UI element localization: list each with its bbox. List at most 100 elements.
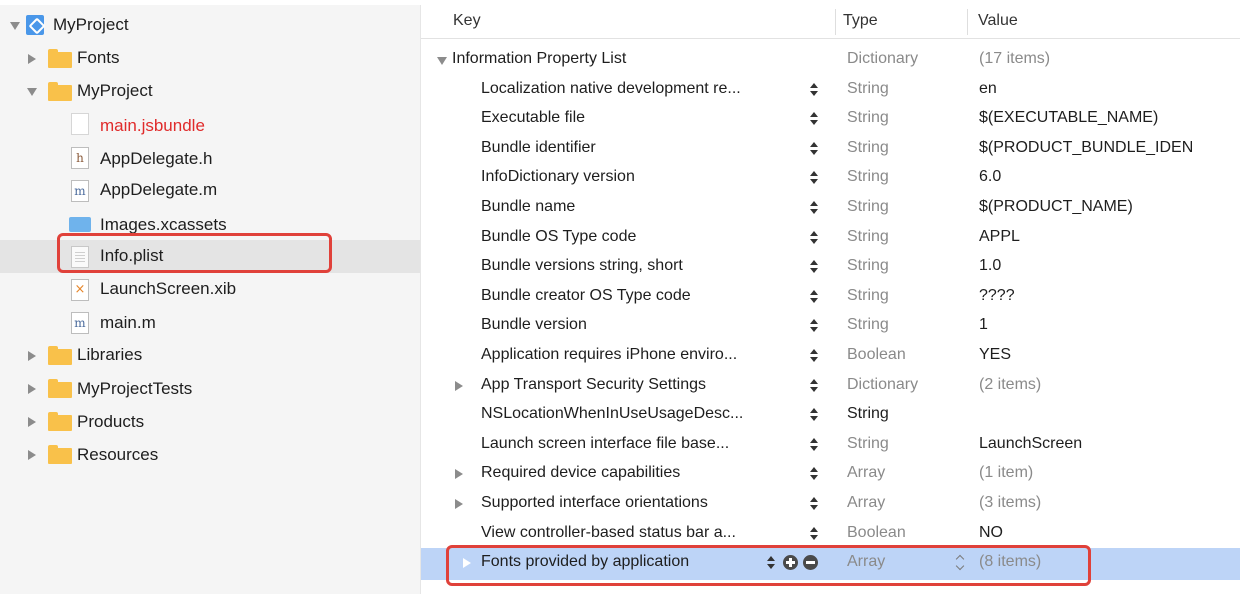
plist-value[interactable]: LaunchScreen	[979, 435, 1082, 453]
key-stepper-icon[interactable]	[809, 347, 819, 365]
plist-row[interactable]: Required device capabilities Array (1 it…	[421, 459, 1240, 489]
nav-item-main-m[interactable]: m main.m	[0, 306, 420, 339]
plist-value[interactable]: $(PRODUCT_NAME)	[979, 198, 1133, 216]
plist-row[interactable]: Localization native development re... St…	[421, 75, 1240, 105]
plist-type[interactable]: String	[847, 109, 889, 127]
plist-type[interactable]: String	[847, 435, 889, 453]
column-header-value[interactable]: Value	[978, 12, 1018, 30]
plist-row[interactable]: InfoDictionary version String 6.0	[421, 163, 1240, 193]
disclosure-closed-icon[interactable]	[28, 384, 36, 394]
plist-key[interactable]: Bundle identifier	[481, 139, 596, 157]
key-stepper-icon[interactable]	[809, 465, 819, 483]
plist-key[interactable]: Bundle version	[481, 316, 587, 334]
plist-key[interactable]: Bundle creator OS Type code	[481, 287, 691, 305]
disclosure-closed-icon[interactable]	[455, 469, 463, 480]
plist-row[interactable]: Application requires iPhone enviro... Bo…	[421, 341, 1240, 371]
plist-row[interactable]: NSLocationWhenInUseUsageDesc... String	[421, 400, 1240, 430]
plist-row[interactable]: Bundle identifier String $(PRODUCT_BUNDL…	[421, 134, 1240, 164]
disclosure-closed-icon[interactable]	[28, 351, 36, 361]
plist-key[interactable]: Launch screen interface file base...	[481, 435, 729, 453]
nav-item-project[interactable]: MyProject	[0, 9, 420, 42]
nav-item-myprojecttests-group[interactable]: MyProjectTests	[0, 372, 420, 405]
key-stepper-icon[interactable]	[809, 199, 819, 217]
plist-value[interactable]: NO	[979, 524, 1003, 542]
plist-type[interactable]: Boolean	[847, 346, 906, 364]
plist-value[interactable]: en	[979, 80, 997, 98]
key-stepper-icon[interactable]	[809, 495, 819, 513]
disclosure-closed-icon[interactable]	[28, 450, 36, 460]
plist-row[interactable]: View controller-based status bar a... Bo…	[421, 519, 1240, 549]
plist-row[interactable]: Launch screen interface file base... Str…	[421, 430, 1240, 460]
plist-row[interactable]: Bundle versions string, short String 1.0	[421, 252, 1240, 282]
key-stepper-icon[interactable]	[809, 436, 819, 454]
plist-row[interactable]: Supported interface orientations Array (…	[421, 489, 1240, 519]
plist-key[interactable]: Bundle OS Type code	[481, 228, 636, 246]
plist-key[interactable]: Bundle name	[481, 198, 575, 216]
plist-row[interactable]: Executable file String $(EXECUTABLE_NAME…	[421, 104, 1240, 134]
plist-value[interactable]: $(EXECUTABLE_NAME)	[979, 109, 1158, 127]
plist-row[interactable]: Bundle name String $(PRODUCT_NAME)	[421, 193, 1240, 223]
nav-item-resources-group[interactable]: Resources	[0, 438, 420, 471]
plist-type[interactable]: String	[847, 405, 889, 423]
plist-row-root[interactable]: Information Property List Dictionary (17…	[421, 45, 1240, 75]
key-stepper-icon[interactable]	[809, 377, 819, 395]
plist-key[interactable]: Required device capabilities	[481, 464, 680, 482]
nav-item-appdelegate-m[interactable]: m AppDelegate.m	[0, 174, 420, 207]
column-divider[interactable]	[967, 9, 968, 35]
key-stepper-icon[interactable]	[809, 525, 819, 543]
key-stepper-icon[interactable]	[809, 258, 819, 276]
key-stepper-icon[interactable]	[809, 406, 819, 424]
plist-key[interactable]: Localization native development re...	[481, 80, 741, 98]
key-stepper-icon[interactable]	[809, 81, 819, 99]
plist-type[interactable]: String	[847, 316, 889, 334]
nav-item-myproject-group[interactable]: MyProject	[0, 75, 420, 108]
key-stepper-icon[interactable]	[809, 140, 819, 158]
plist-value[interactable]: 1	[979, 316, 988, 334]
plist-type[interactable]: String	[847, 80, 889, 98]
disclosure-closed-icon[interactable]	[28, 54, 36, 64]
plist-type[interactable]: Boolean	[847, 524, 906, 542]
key-stepper-icon[interactable]	[809, 288, 819, 306]
key-stepper-icon[interactable]	[809, 317, 819, 335]
plist-type[interactable]: String	[847, 287, 889, 305]
plist-key[interactable]: View controller-based status bar a...	[481, 524, 736, 542]
disclosure-open-icon[interactable]	[437, 57, 447, 65]
plist-key[interactable]: Executable file	[481, 109, 585, 127]
plist-row[interactable]: Bundle OS Type code String APPL	[421, 223, 1240, 253]
plist-value[interactable]: ????	[979, 287, 1015, 305]
plist-row[interactable]: Bundle version String 1	[421, 311, 1240, 341]
plist-row[interactable]: App Transport Security Settings Dictiona…	[421, 371, 1240, 401]
column-divider[interactable]	[835, 9, 836, 35]
disclosure-closed-icon[interactable]	[455, 499, 463, 509]
plist-type[interactable]: Array	[847, 494, 885, 512]
plist-key[interactable]: NSLocationWhenInUseUsageDesc...	[481, 405, 743, 423]
nav-item-launchscreen-xib[interactable]: × LaunchScreen.xib	[0, 273, 420, 306]
key-stepper-icon[interactable]	[809, 229, 819, 247]
plist-type[interactable]: String	[847, 168, 889, 186]
plist-key[interactable]: App Transport Security Settings	[481, 376, 706, 394]
nav-item-libraries-group[interactable]: Libraries	[0, 339, 420, 372]
key-stepper-icon[interactable]	[809, 110, 819, 128]
plist-type[interactable]: String	[847, 257, 889, 275]
plist-key[interactable]: Supported interface orientations	[481, 494, 708, 512]
disclosure-open-icon[interactable]	[27, 88, 37, 96]
plist-type[interactable]: String	[847, 228, 889, 246]
nav-item-main-jsbundle[interactable]: main.jsbundle	[0, 108, 420, 141]
plist-value[interactable]: APPL	[979, 228, 1020, 246]
key-stepper-icon[interactable]	[809, 169, 819, 187]
column-header-type[interactable]: Type	[843, 12, 878, 30]
disclosure-closed-icon[interactable]	[455, 380, 463, 391]
plist-type[interactable]: String	[847, 139, 889, 157]
plist-row[interactable]: Bundle creator OS Type code String ????	[421, 282, 1240, 312]
nav-item-appdelegate-h[interactable]: h AppDelegate.h	[0, 141, 420, 174]
plist-type[interactable]: Dictionary	[847, 376, 918, 394]
plist-key[interactable]: Application requires iPhone enviro...	[481, 346, 737, 364]
plist-value[interactable]: 6.0	[979, 168, 1001, 186]
plist-type[interactable]: Array	[847, 464, 885, 482]
plist-value[interactable]: YES	[979, 346, 1011, 364]
nav-item-products-group[interactable]: Products	[0, 405, 420, 438]
disclosure-closed-icon[interactable]	[28, 417, 36, 427]
plist-key[interactable]: Bundle versions string, short	[481, 257, 683, 275]
plist-value[interactable]: 1.0	[979, 257, 1001, 275]
disclosure-open-icon[interactable]	[10, 22, 20, 30]
